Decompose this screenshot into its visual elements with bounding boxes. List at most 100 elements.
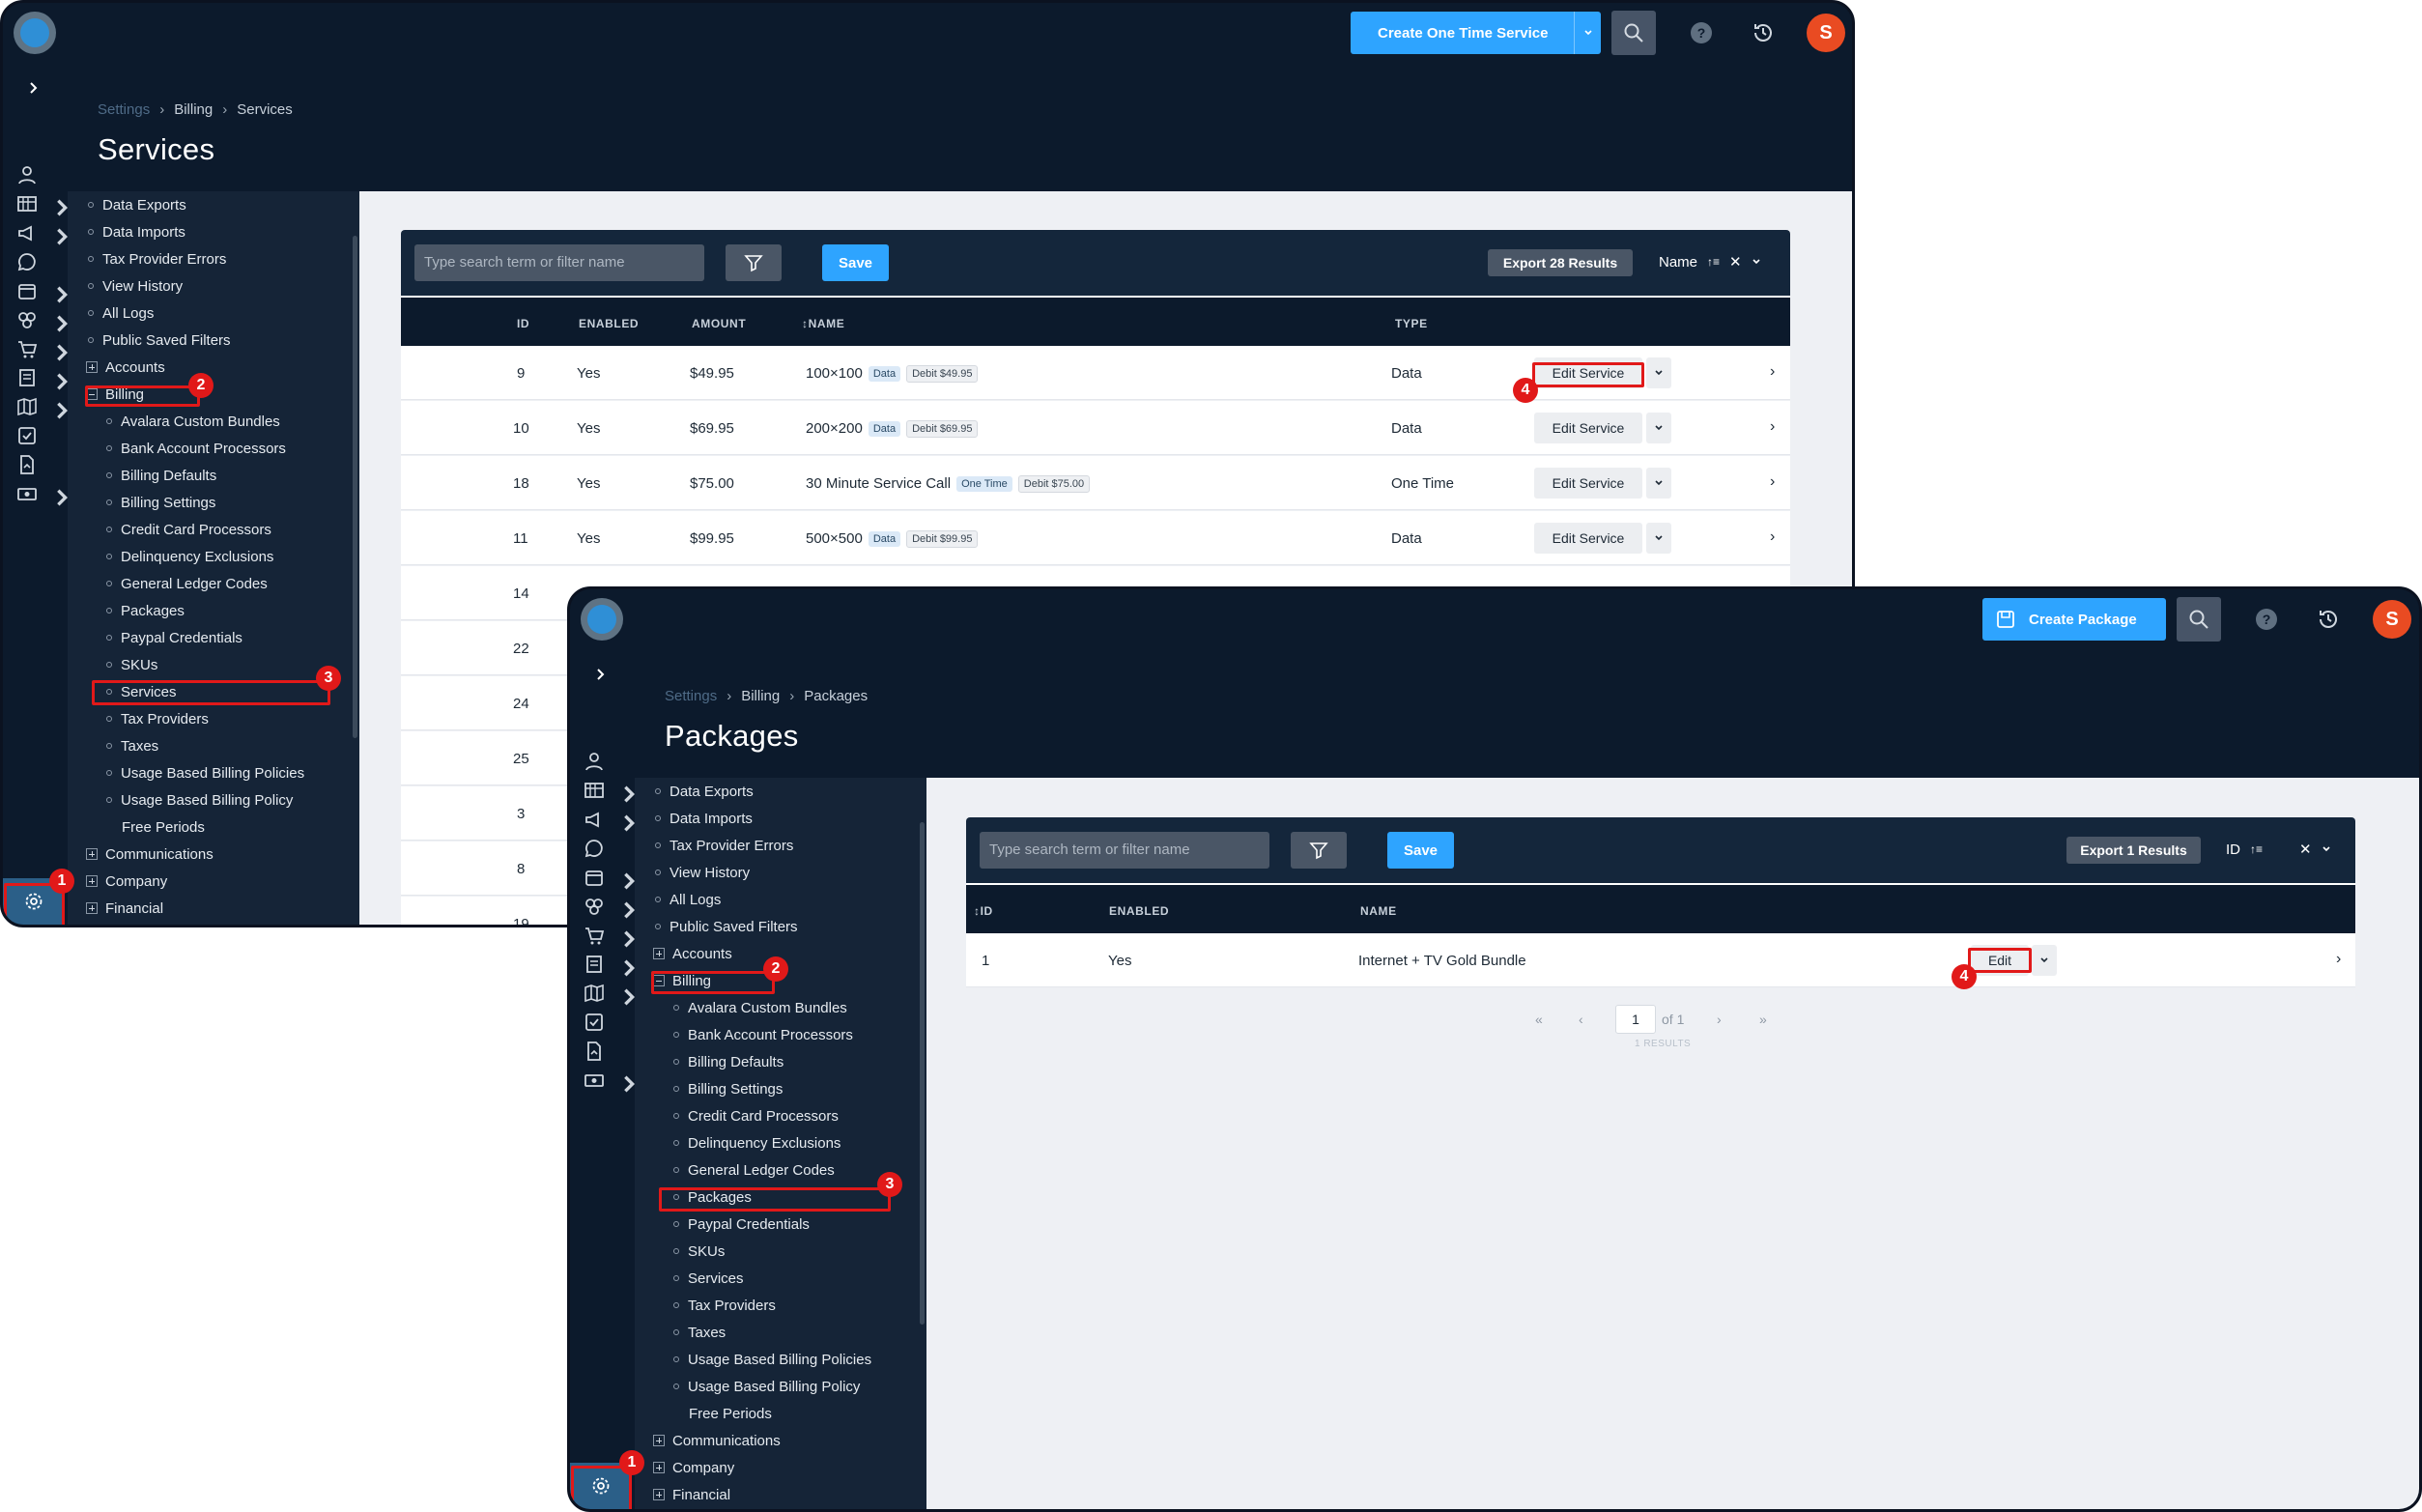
help-icon[interactable]: ? [1684, 15, 1719, 50]
cart-icon[interactable] [584, 921, 636, 950]
document-icon[interactable] [584, 1037, 628, 1066]
cart-icon[interactable] [16, 334, 69, 363]
menu-item-data-imports[interactable]: Data Imports [655, 811, 753, 827]
column-header-enabled[interactable]: ENABLED [579, 317, 639, 330]
checkbox-icon[interactable] [584, 1008, 628, 1037]
menu-item-usage-based-billing-policies[interactable]: Usage Based Billing Policies [673, 1352, 871, 1368]
column-header-amount[interactable]: AMOUNT [692, 317, 746, 330]
chevron-down-icon[interactable] [2322, 842, 2331, 858]
filter-icon[interactable] [1291, 832, 1347, 869]
menu-item-services[interactable]: Services [673, 1270, 744, 1287]
menu-item-free-periods[interactable]: Free Periods [689, 1406, 772, 1422]
chevron-down-icon[interactable] [1646, 413, 1671, 443]
menu-item-communications[interactable]: Communications [653, 1433, 781, 1449]
column-header-type[interactable]: TYPE [1395, 317, 1428, 330]
menu-item-taxes[interactable]: Taxes [106, 738, 158, 755]
pager-last-button[interactable]: » [1759, 1012, 1767, 1027]
menu-item-communications[interactable]: Communications [86, 846, 214, 863]
menu-item-billing-defaults[interactable]: Billing Defaults [673, 1054, 784, 1070]
avatar[interactable]: S [2373, 600, 2411, 639]
menu-scrollbar[interactable] [920, 822, 925, 1325]
column-header-id[interactable]: ↕ID [974, 904, 993, 918]
sort-order-icon[interactable]: ↑≡ [2250, 842, 2263, 856]
menu-item-paypal-credentials[interactable]: Paypal Credentials [673, 1216, 810, 1233]
menu-item-financial[interactable]: Financial [86, 900, 163, 917]
ticket-icon[interactable] [584, 776, 636, 805]
chevron-down-icon[interactable] [1646, 468, 1671, 499]
menu-item-tax-provider-errors[interactable]: Tax Provider Errors [88, 251, 226, 268]
save-button[interactable]: Save [822, 244, 889, 281]
menu-item-bank-account-processors[interactable]: Bank Account Processors [106, 441, 286, 457]
menu-item-usage-based-billing-policy[interactable]: Usage Based Billing Policy [673, 1379, 860, 1395]
column-header-enabled[interactable]: ENABLED [1109, 904, 1169, 918]
menu-item-all-logs[interactable]: All Logs [88, 305, 154, 322]
menu-item-data-exports[interactable]: Data Exports [88, 197, 186, 214]
column-header-name[interactable]: ↕NAME [802, 317, 844, 330]
pager-next-button[interactable]: › [1717, 1012, 1722, 1027]
sort-select[interactable]: Name ↑≡ ✕ [1659, 243, 1761, 280]
calendar-icon[interactable] [16, 276, 69, 305]
chevron-down-icon[interactable] [1646, 357, 1671, 388]
menu-scrollbar[interactable] [353, 236, 357, 738]
menu-item-view-history[interactable]: View History [655, 865, 750, 881]
avatar[interactable]: S [1807, 14, 1845, 52]
menu-item-tax-provider-errors[interactable]: Tax Provider Errors [655, 838, 793, 854]
cash-icon[interactable] [16, 479, 69, 508]
chevron-down-icon[interactable] [2032, 945, 2057, 976]
menu-item-taxes[interactable]: Taxes [673, 1325, 726, 1341]
export-results-button[interactable]: Export 1 Results [2066, 837, 2201, 864]
menu-item-avalara-custom-bundles[interactable]: Avalara Custom Bundles [673, 1000, 847, 1016]
menu-item-tax-providers[interactable]: Tax Providers [673, 1298, 776, 1314]
invoice-icon[interactable] [16, 363, 69, 392]
chevron-down-icon[interactable] [1752, 254, 1761, 271]
menu-item-bank-account-processors[interactable]: Bank Account Processors [673, 1027, 853, 1043]
row-expand-icon[interactable]: › [2336, 951, 2341, 968]
menu-item-accounts[interactable]: Accounts [86, 359, 165, 376]
menu-item-delinquency-exclusions[interactable]: Delinquency Exclusions [106, 549, 273, 565]
history-icon[interactable] [1746, 15, 1781, 50]
menu-item-financial[interactable]: Financial [653, 1487, 730, 1503]
menu-item-view-history[interactable]: View History [88, 278, 183, 295]
filter-icon[interactable] [726, 244, 782, 281]
table-row[interactable]: 1 Yes Internet + TV Gold Bundle Edit › [966, 933, 2355, 987]
network-icon[interactable] [584, 892, 636, 921]
megaphone-icon[interactable] [16, 218, 69, 247]
row-expand-icon[interactable]: › [1770, 363, 1775, 381]
expand-rail-icon[interactable] [22, 76, 45, 100]
menu-item-company[interactable]: Company [653, 1460, 734, 1476]
calendar-icon[interactable] [584, 863, 636, 892]
table-row[interactable]: 11 Yes $99.95 500×500 Data Debit $99.95 Da… [401, 511, 1790, 565]
row-expand-icon[interactable]: › [1770, 473, 1775, 491]
menu-item-usage-based-billing-policy[interactable]: Usage Based Billing Policy [106, 792, 293, 809]
menu-item-paypal-credentials[interactable]: Paypal Credentials [106, 630, 242, 646]
sort-select[interactable]: ID ↑≡ ✕ [2226, 831, 2331, 868]
chevron-down-icon[interactable] [1646, 523, 1671, 554]
edit-service-button[interactable]: Edit Service [1534, 523, 1642, 554]
edit-service-button[interactable]: Edit Service [1534, 468, 1642, 499]
menu-item-data-exports[interactable]: Data Exports [655, 784, 754, 800]
search-input[interactable]: Type search term or filter name [414, 244, 704, 281]
create-one-time-service-button[interactable]: Create One Time Service [1351, 12, 1601, 54]
save-button[interactable]: Save [1387, 832, 1454, 869]
menu-item-general-ledger-codes[interactable]: General Ledger Codes [673, 1162, 835, 1179]
clear-icon[interactable]: ✕ [1729, 253, 1742, 271]
search-icon[interactable] [1611, 11, 1656, 55]
map-icon[interactable] [16, 392, 69, 421]
menu-item-free-periods[interactable]: Free Periods [122, 819, 205, 836]
table-row[interactable]: 10 Yes $69.95 200×200 Data Debit $69.95 Da… [401, 401, 1790, 455]
menu-item-skus[interactable]: SKUs [673, 1243, 725, 1260]
edit-service-button[interactable]: Edit Service [1534, 413, 1642, 443]
export-results-button[interactable]: Export 28 Results [1488, 249, 1633, 276]
help-icon[interactable]: ? [2249, 602, 2284, 637]
cash-icon[interactable] [584, 1066, 636, 1095]
person-icon[interactable] [16, 160, 61, 189]
menu-item-billing-settings[interactable]: Billing Settings [673, 1081, 783, 1098]
invoice-icon[interactable] [584, 950, 636, 979]
checkbox-icon[interactable] [16, 421, 61, 450]
page-number-input[interactable]: 1 [1615, 1005, 1656, 1034]
search-icon[interactable] [2177, 597, 2221, 642]
network-icon[interactable] [16, 305, 69, 334]
row-expand-icon[interactable]: › [1770, 528, 1775, 546]
menu-item-public-saved-filters[interactable]: Public Saved Filters [655, 919, 798, 935]
history-icon[interactable] [2311, 602, 2346, 637]
